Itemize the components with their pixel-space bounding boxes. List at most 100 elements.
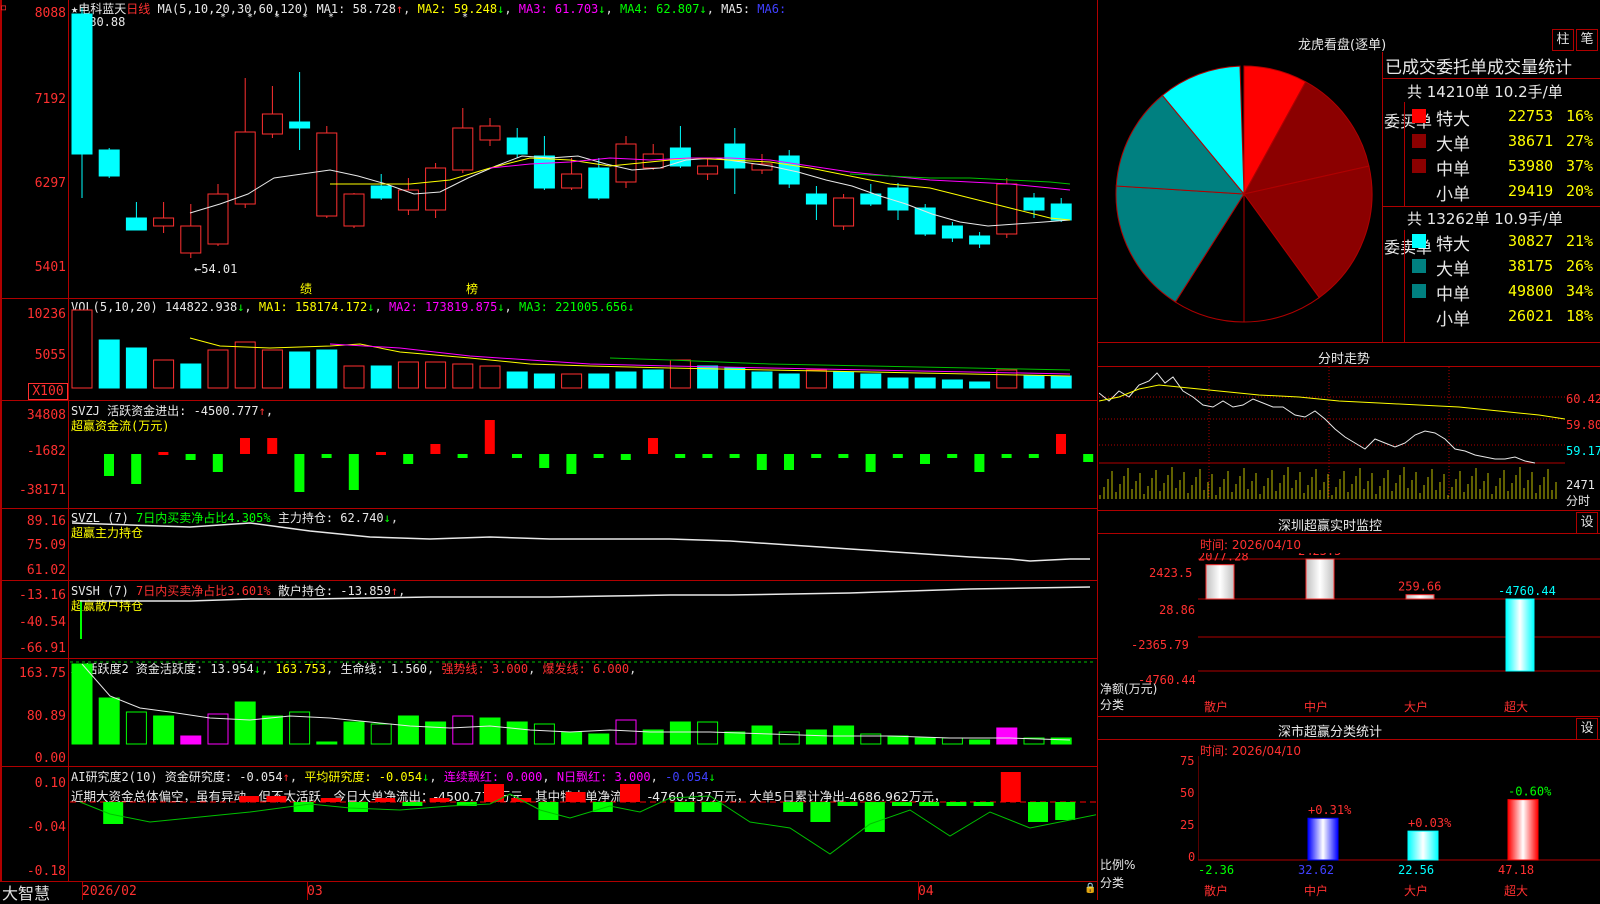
capital-flow-chart[interactable]: [70, 402, 1096, 508]
order-percent: 21%: [1566, 232, 1594, 250]
flow-bar: [348, 454, 359, 490]
candle: [588, 167, 610, 199]
intraday-price-line: [1099, 372, 1536, 464]
color-swatch: [1412, 309, 1426, 323]
cls-category: 中户: [1304, 884, 1329, 898]
ai1-axis-label: 163.75: [19, 666, 66, 681]
retail-marker: [80, 601, 82, 639]
volume-bar-chart[interactable]: [70, 306, 1096, 400]
flow-bar: [185, 454, 196, 460]
order-row: 中单 53980 37%: [1408, 155, 1598, 180]
left-border: [0, 0, 2, 882]
price-axis-label: 6297: [34, 176, 66, 191]
main-holding-chart[interactable]: [70, 509, 1096, 580]
color-swatch: [1412, 259, 1426, 273]
flow-bar: [512, 454, 522, 458]
volume-bar: [914, 377, 936, 389]
cls-value-label: 32.62: [1298, 863, 1334, 877]
research-bar: [565, 792, 586, 802]
sell-side-label: 委卖单: [1384, 238, 1433, 257]
flow-bar: [729, 454, 740, 458]
flow-bar: [566, 454, 577, 474]
research-bar: [375, 798, 396, 802]
research-bar: [538, 802, 559, 820]
activity-chart[interactable]: [70, 660, 1096, 766]
volume-bar: [234, 341, 256, 389]
cls-ratio-bar-chart[interactable]: -2.36 +0.31% 32.62 +0.03% 22.56 -0.60% 47.18: [1198, 756, 1600, 900]
sz-unit-label: 净额(万元): [1100, 682, 1158, 696]
vol-unit-button[interactable]: X100: [28, 383, 68, 400]
volume-bar: [941, 379, 963, 389]
bar-mode-button[interactable]: 柱: [1552, 29, 1574, 51]
research-bar: [1028, 802, 1048, 822]
color-swatch: [1412, 184, 1426, 198]
order-percent: 27%: [1566, 132, 1594, 150]
brand-logo: 大智慧: [2, 884, 51, 903]
price-axis-label: 8088: [34, 6, 66, 21]
sz-category: 超大: [1504, 700, 1529, 714]
life-line: [81, 663, 1071, 741]
svsh-axis-label: -40.54: [19, 615, 66, 630]
order-percent: 16%: [1566, 107, 1594, 125]
lock-icon[interactable]: 🔒: [1084, 883, 1096, 894]
tick-mode-button[interactable]: 笔: [1576, 29, 1598, 51]
research-chart[interactable]: [70, 766, 1096, 881]
sz-net-bar: [1405, 594, 1435, 600]
volume-bar: [207, 349, 229, 389]
candle: [724, 143, 746, 169]
activity-bar: [234, 701, 256, 745]
candle: [207, 193, 229, 245]
retail-holding-chart[interactable]: [70, 581, 1096, 658]
cls-category-label: 分类: [1100, 876, 1125, 890]
volume-bar: [180, 363, 202, 389]
cls-settings-button[interactable]: 设: [1576, 718, 1598, 740]
sz-value-label: 2077.28: [1198, 553, 1249, 564]
x-axis-feb: 2026/02: [82, 884, 137, 899]
volume-bar: [860, 373, 882, 389]
sz-value-label: 2423.5: [1298, 553, 1341, 558]
price-candlestick-chart[interactable]: * * * * * *: [70, 8, 1096, 298]
activity-bar: [98, 697, 120, 745]
order-pie-chart[interactable]: [1104, 62, 1384, 342]
volume-bar: [71, 309, 93, 389]
sz-category: 散户: [1204, 700, 1229, 714]
volume-bar: [506, 371, 528, 389]
activity-bar: [452, 715, 474, 745]
volume-bar: [833, 371, 855, 389]
sz-value-label: 259.66: [1398, 580, 1441, 594]
activity-bar: [778, 731, 800, 745]
research-bar: [674, 802, 695, 812]
research-bar: [484, 784, 504, 802]
signal-star-icon: *: [302, 12, 308, 23]
research-bar: [293, 802, 314, 812]
activity-bar: [887, 735, 909, 745]
intraday-chart[interactable]: [1099, 367, 1565, 507]
flow-bar: [403, 454, 414, 464]
flow-bar: [920, 454, 930, 464]
svzl-axis-label: 75.09: [26, 538, 66, 553]
order-percent: 34%: [1566, 282, 1594, 300]
candle: [153, 217, 175, 227]
activity-bar: [914, 737, 936, 745]
order-volume: 30827: [1508, 232, 1554, 250]
cls-category: 超大: [1504, 884, 1529, 898]
sz-net-bar: [1205, 564, 1235, 600]
cls-category: 散户: [1204, 884, 1229, 898]
candle: [452, 127, 474, 171]
research-bar: [919, 802, 940, 806]
color-swatch: [1412, 109, 1426, 123]
sz-value-label: -4760.44: [1498, 584, 1556, 598]
flow-bar: [131, 454, 142, 484]
volume-bar: [615, 371, 637, 389]
flow-bar: [702, 454, 713, 458]
vol-axis-label: 5055: [34, 348, 66, 363]
buy-side-label: 委买单: [1384, 112, 1433, 131]
activity-bar: [1050, 737, 1072, 745]
sz-settings-button[interactable]: 设: [1576, 512, 1598, 534]
sz-axis-label: 2423.5: [1149, 566, 1193, 580]
activity-bar: [397, 715, 419, 745]
sz-net-bar-chart[interactable]: 2077.28 2423.5 259.66 -4760.44: [1198, 553, 1600, 683]
activity-bar: [561, 731, 583, 745]
activity-bar: [833, 725, 855, 745]
activity-bar: [425, 721, 447, 745]
